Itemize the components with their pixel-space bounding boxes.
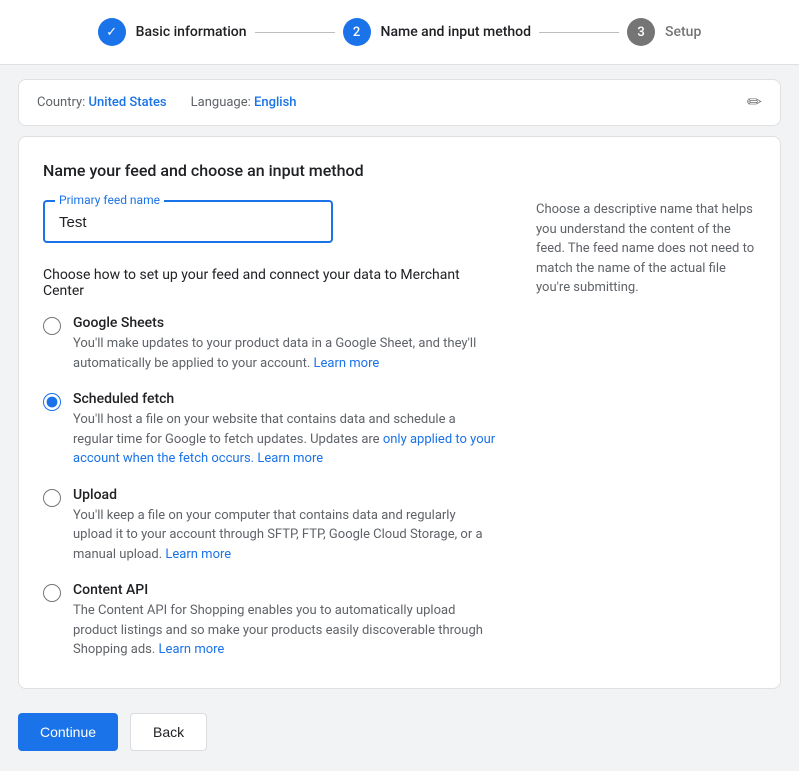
edit-icon[interactable]: ✏ xyxy=(747,92,762,113)
content-api-desc: The Content API for Shopping enables you… xyxy=(73,601,496,660)
continue-button[interactable]: Continue xyxy=(18,713,118,751)
language-value: English xyxy=(254,95,297,110)
step-circle-name-input: 2 xyxy=(343,18,371,46)
content-api-label: Content API xyxy=(73,582,496,598)
language-label: Language: xyxy=(191,95,251,110)
card-content: Primary feed name Choose how to set up y… xyxy=(43,200,756,660)
input-method-group: Google Sheets You'll make updates to you… xyxy=(43,315,496,660)
scheduled-fetch-content: Scheduled fetch You'll host a file on yo… xyxy=(73,391,496,469)
step-circle-basic-info: ✓ xyxy=(98,18,126,46)
method-upload[interactable]: Upload You'll keep a file on your comput… xyxy=(43,487,496,565)
info-bar-content: Country: United States Language: English xyxy=(37,95,297,110)
back-button[interactable]: Back xyxy=(130,713,207,751)
card-title: Name your feed and choose an input metho… xyxy=(43,161,756,180)
radio-google-sheets[interactable] xyxy=(43,317,61,335)
method-scheduled-fetch[interactable]: Scheduled fetch You'll host a file on yo… xyxy=(43,391,496,469)
content-api-learn-more[interactable]: Learn more xyxy=(159,642,225,657)
method-google-sheets[interactable]: Google Sheets You'll make updates to you… xyxy=(43,315,496,373)
feed-name-input-wrapper[interactable]: Primary feed name xyxy=(43,200,333,243)
step-basic-info: ✓ Basic information xyxy=(98,18,247,46)
google-sheets-learn-more[interactable]: Learn more xyxy=(313,356,379,371)
info-bar: Country: United States Language: English… xyxy=(18,79,781,126)
feed-name-label: Primary feed name xyxy=(55,193,164,207)
main-card: Name your feed and choose an input metho… xyxy=(18,136,781,689)
radio-content-api[interactable] xyxy=(43,584,61,602)
google-sheets-content: Google Sheets You'll make updates to you… xyxy=(73,315,496,373)
country-value: United States xyxy=(89,95,167,110)
step-label-basic-info: Basic information xyxy=(136,24,247,40)
step-name-input: 2 Name and input method xyxy=(343,18,532,46)
method-title: Choose how to set up your feed and conne… xyxy=(43,267,496,299)
step-connector-2 xyxy=(539,32,619,33)
upload-desc: You'll keep a file on your computer that… xyxy=(73,506,496,565)
language-info: Language: English xyxy=(191,95,297,110)
card-left: Primary feed name Choose how to set up y… xyxy=(43,200,496,660)
country-info: Country: United States xyxy=(37,95,167,110)
upload-content: Upload You'll keep a file on your comput… xyxy=(73,487,496,565)
footer: Continue Back xyxy=(0,703,799,771)
upload-label: Upload xyxy=(73,487,496,503)
google-sheets-desc: You'll make updates to your product data… xyxy=(73,334,496,373)
upload-learn-more[interactable]: Learn more xyxy=(165,547,231,562)
step-setup: 3 Setup xyxy=(627,18,701,46)
card-hint: Choose a descriptive name that helps you… xyxy=(536,200,756,660)
hint-text: Choose a descriptive name that helps you… xyxy=(536,200,756,298)
step-label-setup: Setup xyxy=(665,24,701,40)
google-sheets-label: Google Sheets xyxy=(73,315,496,331)
radio-upload[interactable] xyxy=(43,489,61,507)
scheduled-fetch-desc: You'll host a file on your website that … xyxy=(73,410,496,469)
radio-scheduled-fetch[interactable] xyxy=(43,393,61,411)
feed-name-input[interactable] xyxy=(45,202,331,241)
step-circle-setup: 3 xyxy=(627,18,655,46)
step-label-name-input: Name and input method xyxy=(381,24,532,40)
stepper: ✓ Basic information 2 Name and input met… xyxy=(0,0,799,65)
scheduled-fetch-label: Scheduled fetch xyxy=(73,391,496,407)
country-label: Country: xyxy=(37,95,85,110)
scheduled-fetch-learn-more[interactable]: Learn more xyxy=(257,451,323,466)
step-connector-1 xyxy=(255,32,335,33)
